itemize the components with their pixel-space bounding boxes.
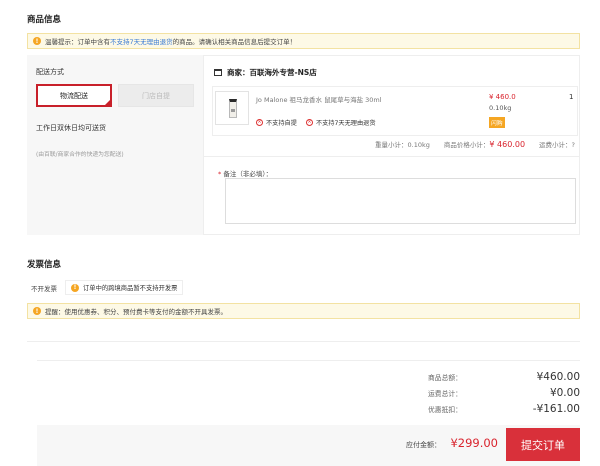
tag-no-pickup-label: 不支持自提	[266, 120, 297, 127]
notice-link[interactable]: 不支持7天无理由退货	[110, 36, 173, 46]
remark-label-text: 备注（非必填）：	[223, 170, 273, 178]
delivery-time: 工作日双休日均可送货	[36, 124, 106, 132]
no-invoice-option[interactable]: 不开发票	[27, 283, 57, 293]
flash-sale-badge: 闪购	[489, 117, 505, 128]
freight-subtotal: 运费小计：?	[539, 141, 575, 149]
product-quantity: 1	[569, 93, 574, 101]
divider	[37, 360, 580, 361]
divider	[204, 156, 579, 157]
warning-icon: !	[71, 283, 79, 292]
store-header: 商家：百联海外专营-NS店	[214, 67, 317, 78]
tag-no-pickup: × 不支持自提	[256, 118, 297, 127]
product-price: ¥ 460.0	[489, 93, 516, 101]
notice-bar: ! 温馨提示：订单中含有 不支持7天无理由退货 的商品。请确认相关商品信息后提交订单…	[27, 33, 580, 49]
x-circle-icon: ×	[305, 119, 313, 126]
cross-border-invoice-text: 订单中的跨境商品暂不支持开发票	[83, 285, 178, 292]
summary-row-goods: 商品总额： ¥460.00	[380, 371, 580, 383]
store-pickup-button[interactable]: 门店自提	[118, 84, 194, 107]
shipping-panel: 配送方式 物流配送 门店自提 工作日双休日均可送货 (由百联/商家合作的快递为您…	[27, 55, 203, 235]
goods-total-value: ¥460.00	[536, 371, 580, 383]
product-tags: × 不支持自提 × 不支持7天无理由退货	[256, 118, 376, 127]
freight-total-value: ¥0.00	[549, 387, 580, 399]
price-subtotal-label: 商品价格小计：	[443, 141, 490, 149]
subtotals: 重量小计：0.10kg 商品价格小计：¥ 460.00 运费小计：?	[375, 139, 575, 149]
store-name[interactable]: 商家：百联海外专营-NS店	[227, 67, 317, 78]
remark-textarea[interactable]	[225, 178, 576, 224]
logistics-delivery-label: 物流配送	[60, 91, 88, 100]
summary-row-freight: 运费总计： ¥0.00	[380, 387, 580, 399]
invoice-tip-text: 提醒：使用优惠券、积分、预付费卡等支付的金额不开具发票。	[45, 308, 227, 316]
invoice-tip-bar: ! 提醒：使用优惠券、积分、预付费卡等支付的金额不开具发票。	[27, 303, 580, 319]
discount-label: 优惠抵扣：	[428, 406, 462, 414]
summary-row-discount: 优惠抵扣： -¥161.00	[380, 403, 580, 415]
remark-label: * 备注（非必填）：	[218, 168, 272, 178]
x-circle-icon: ×	[256, 119, 263, 126]
order-summary: 商品总额： ¥460.00 运费总计： ¥0.00 优惠抵扣： -¥161.00…	[27, 341, 580, 466]
goods-total-label: 商品总额：	[428, 374, 462, 382]
product-name[interactable]: Jo Malone 祖马龙香水 鼠尾草与海盐 30ml	[256, 94, 382, 104]
invoice-title: 发票信息	[27, 260, 62, 270]
tag-no-return-label: 不支持7天无理由退货	[315, 120, 376, 127]
product-info-title: 商品信息	[27, 15, 62, 25]
discount-value: -¥161.00	[532, 403, 580, 415]
product-thumbnail[interactable]	[215, 91, 249, 125]
invoice-options: 不开发票 ! 订单中的跨境商品暂不支持开发票	[27, 279, 580, 296]
perfume-bottle-icon	[229, 99, 237, 118]
store-icon	[214, 69, 222, 76]
payable-bar: 应付金额： ¥299.00 提交订单	[37, 425, 580, 466]
notice-suffix: 的商品。请确认相关商品信息后提交订单！	[172, 38, 297, 46]
payable-label: 应付金额：	[406, 441, 441, 449]
logistics-delivery-button[interactable]: 物流配送	[36, 84, 112, 107]
order-panel: 商家：百联海外专营-NS店 Jo Malone 祖马龙香水 鼠尾草与海盐 30m…	[203, 55, 580, 235]
submit-order-button[interactable]: 提交订单	[506, 428, 580, 461]
selected-corner-icon	[104, 99, 111, 106]
warning-icon: !	[33, 307, 41, 315]
product-weight: 0.10kg	[489, 104, 512, 112]
price-subtotal: 商品价格小计：¥ 460.00	[444, 139, 525, 149]
delivery-note: (由百联/商家合作的快递为您配送)	[36, 152, 124, 158]
weight-subtotal: 重量小计：0.10kg	[375, 141, 430, 149]
warning-icon: !	[33, 37, 41, 45]
price-subtotal-value: ¥ 460.00	[489, 140, 526, 149]
cart-item: Jo Malone 祖马龙香水 鼠尾草与海盐 30ml × 不支持自提 × 不支…	[212, 86, 578, 136]
tag-no-return: × 不支持7天无理由退货	[305, 118, 376, 127]
freight-total-label: 运费总计：	[428, 390, 462, 398]
notice-prefix: 温馨提示：订单中含有	[45, 38, 110, 46]
payable-amount: ¥299.00	[450, 436, 498, 450]
cross-border-invoice-chip: ! 订单中的跨境商品暂不支持开发票	[65, 280, 184, 295]
required-star: *	[218, 170, 222, 178]
shipping-label: 配送方式	[36, 68, 64, 76]
